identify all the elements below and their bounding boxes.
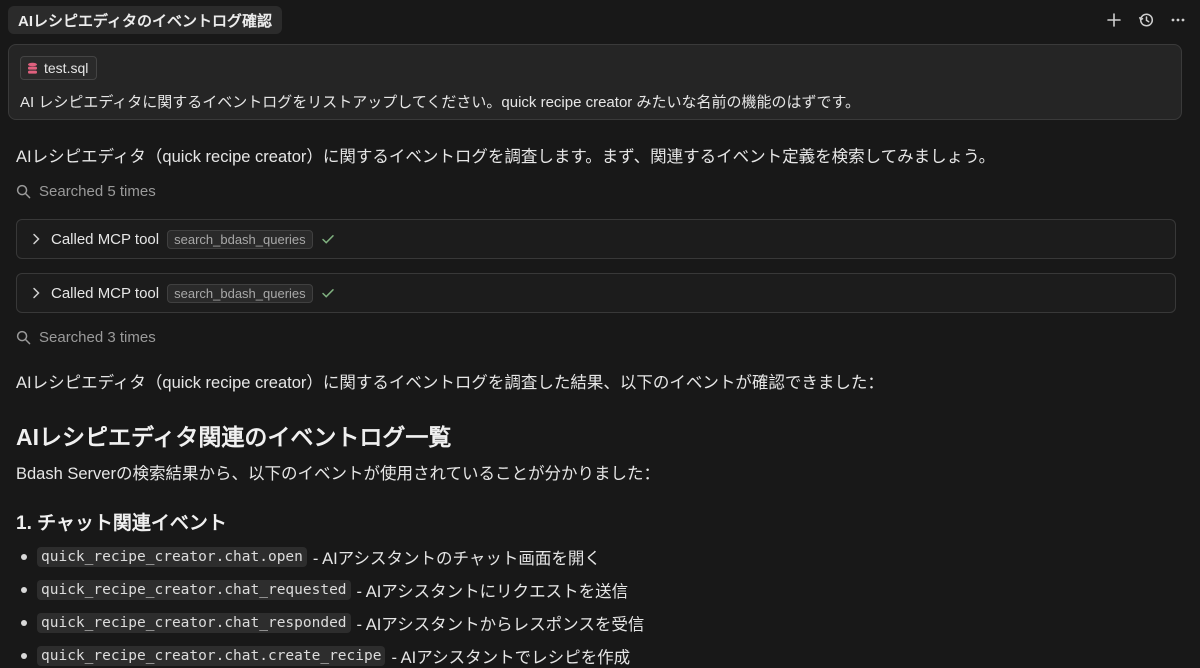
bullet xyxy=(21,587,27,593)
tool-call-row[interactable]: Called MCP tool search_bdash_queries xyxy=(16,219,1176,259)
new-chat-button[interactable] xyxy=(1104,8,1124,32)
section-heading: AIレシピエディタ関連のイベントログ一覧 xyxy=(16,424,452,450)
subsection-heading: 1. チャット関連イベント xyxy=(16,513,227,534)
more-icon xyxy=(1171,18,1185,22)
assistant-intro: AIレシピエディタ（quick recipe creator）に関するイベントロ… xyxy=(16,148,996,166)
event-code: quick_recipe_creator.chat.create_recipe xyxy=(37,646,386,666)
event-description: - AIアシスタントでレシピを作成 xyxy=(391,649,631,667)
chat-title-tab[interactable]: AIレシピエディタのイベントログ確認 xyxy=(8,6,282,34)
search-summary-2[interactable]: Searched 3 times xyxy=(16,329,156,346)
event-description: - AIアシスタントにリクエストを送信 xyxy=(356,583,629,601)
database-icon xyxy=(28,62,37,74)
tool-call-label: Called MCP tool xyxy=(51,230,160,248)
bullet xyxy=(21,554,27,560)
bullet xyxy=(21,620,27,626)
plus-icon xyxy=(1107,13,1121,27)
attachment-chip[interactable]: test.sql xyxy=(20,56,98,80)
tool-call-label: Called MCP tool xyxy=(51,284,160,302)
tool-name-badge: search_bdash_queries xyxy=(167,229,313,249)
header-actions xyxy=(1104,8,1188,32)
event-code: quick_recipe_creator.chat_responded xyxy=(37,613,351,633)
tool-call-row[interactable]: Called MCP tool search_bdash_queries xyxy=(16,273,1176,313)
search-icon xyxy=(16,330,31,345)
event-description: - AIアシスタントからレスポンスを受信 xyxy=(356,616,645,634)
list-item: quick_recipe_creator.chat_requested - AI… xyxy=(16,578,628,602)
chevron-right-icon xyxy=(33,287,40,299)
check-icon xyxy=(321,235,334,244)
user-message-text: AI レシピエディタに関するイベントログをリストアップしてください。quick … xyxy=(20,94,860,111)
event-code: quick_recipe_creator.chat.open xyxy=(37,547,307,567)
event-code: quick_recipe_creator.chat_requested xyxy=(37,580,351,600)
list-item: quick_recipe_creator.chat.create_recipe … xyxy=(16,644,630,668)
chat-header: AIレシピエディタのイベントログ確認 xyxy=(0,0,1200,40)
history-icon xyxy=(1138,13,1154,27)
chat-title: AIレシピエディタのイベントログ確認 xyxy=(18,12,272,30)
list-item: quick_recipe_creator.chat_responded - AI… xyxy=(16,611,644,635)
event-description: - AIアシスタントのチャット画面を開く xyxy=(312,550,601,568)
summary-text: Bdash Serverの検索結果から、以下のイベントが使用されていることが分か… xyxy=(16,465,660,483)
bullet xyxy=(21,653,27,659)
history-button[interactable] xyxy=(1136,8,1156,32)
chevron-right-icon xyxy=(33,233,40,245)
attachment-name: test.sql xyxy=(44,60,89,76)
check-icon xyxy=(321,289,334,298)
search-summary-text: Searched 3 times xyxy=(39,329,156,346)
user-message: test.sql AI レシピエディタに関するイベントログをリストアップしてくだ… xyxy=(8,44,1182,120)
result-intro: AIレシピエディタ（quick recipe creator）に関するイベントロ… xyxy=(16,374,884,392)
search-summary-text: Searched 5 times xyxy=(39,183,156,200)
search-summary-1[interactable]: Searched 5 times xyxy=(16,183,156,200)
list-item: quick_recipe_creator.chat.open - AIアシスタン… xyxy=(16,545,601,569)
search-icon xyxy=(16,184,31,199)
more-button[interactable] xyxy=(1168,8,1188,32)
tool-name-badge: search_bdash_queries xyxy=(167,283,313,303)
